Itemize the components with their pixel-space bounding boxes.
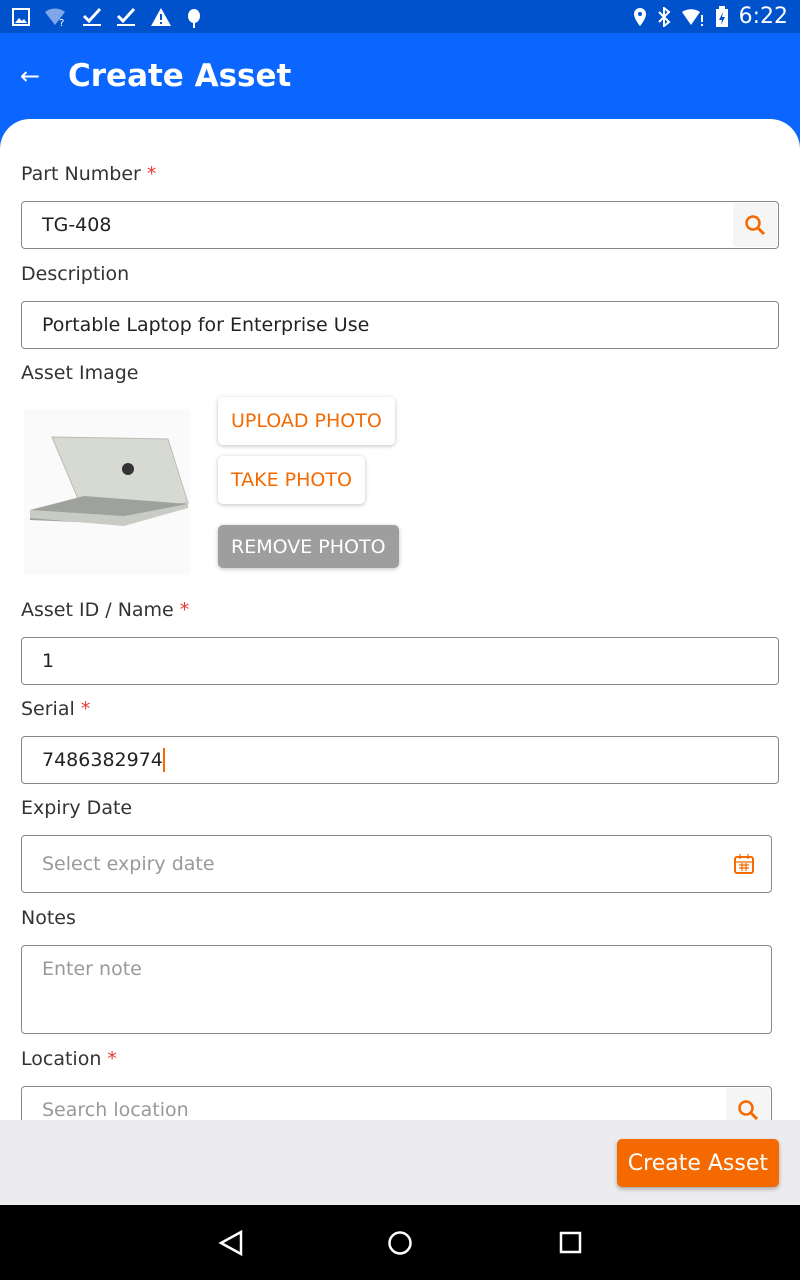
recents-nav-icon[interactable] <box>558 1229 584 1261</box>
search-icon <box>745 215 766 236</box>
form-card: Part Number * TG-408 Description Portabl… <box>0 119 800 1120</box>
description-label: Description <box>21 263 130 285</box>
battery-charging-icon <box>715 5 728 27</box>
remove-photo-button[interactable]: REMOVE PHOTO <box>218 525 399 568</box>
upload-photo-button[interactable]: UPLOAD PHOTO <box>218 397 395 445</box>
serial-input[interactable]: 7486382974 <box>21 736 779 784</box>
create-asset-button[interactable]: Create Asset <box>616 1139 779 1187</box>
back-nav-icon[interactable] <box>218 1229 244 1261</box>
part-search-button[interactable] <box>733 203 777 247</box>
wifi-question-icon: ? <box>45 7 65 27</box>
expiry-date-label: Expiry Date <box>21 797 133 819</box>
system-nav-bar <box>0 1205 800 1280</box>
svg-text:?: ? <box>59 18 64 27</box>
notes-label: Notes <box>21 907 76 929</box>
notes-input[interactable]: Enter note <box>21 945 772 1034</box>
part-number-label: Part Number * <box>21 163 157 185</box>
calendar-icon[interactable] <box>733 853 755 875</box>
asset-image <box>24 409 190 575</box>
serial-label: Serial * <box>21 698 91 720</box>
warning-icon <box>151 7 171 26</box>
location-icon <box>633 7 646 26</box>
location-label: Location * <box>21 1048 117 1070</box>
check-icon <box>116 7 136 26</box>
bluetooth-icon <box>657 6 671 27</box>
page-title: Create Asset <box>68 58 292 94</box>
asset-id-label: Asset ID / Name * <box>21 599 190 621</box>
image-icon <box>12 7 30 26</box>
part-number-input[interactable]: TG-408 <box>21 201 779 249</box>
check-icon <box>82 7 102 26</box>
description-input[interactable]: Portable Laptop for Enterprise Use <box>21 301 779 349</box>
footer: Create Asset <box>0 1120 800 1205</box>
asset-id-input[interactable]: 1 <box>21 637 779 685</box>
status-time: 6:22 <box>738 4 788 29</box>
location-input[interactable]: Search location <box>21 1086 772 1120</box>
text-cursor <box>162 748 165 772</box>
take-photo-button[interactable]: TAKE PHOTO <box>218 456 365 504</box>
arrow-left-icon[interactable]: ← <box>20 62 44 90</box>
android-icon <box>188 8 200 28</box>
wifi-alert-icon <box>681 8 703 26</box>
home-nav-icon[interactable] <box>387 1229 413 1261</box>
asset-image-label: Asset Image <box>21 362 139 384</box>
status-bar: ? 6:22 <box>0 0 800 33</box>
search-icon <box>738 1100 759 1120</box>
app-bar: ← Create Asset <box>0 33 800 119</box>
location-search-button[interactable] <box>726 1088 770 1120</box>
expiry-date-input[interactable]: Select expiry date <box>21 835 772 893</box>
